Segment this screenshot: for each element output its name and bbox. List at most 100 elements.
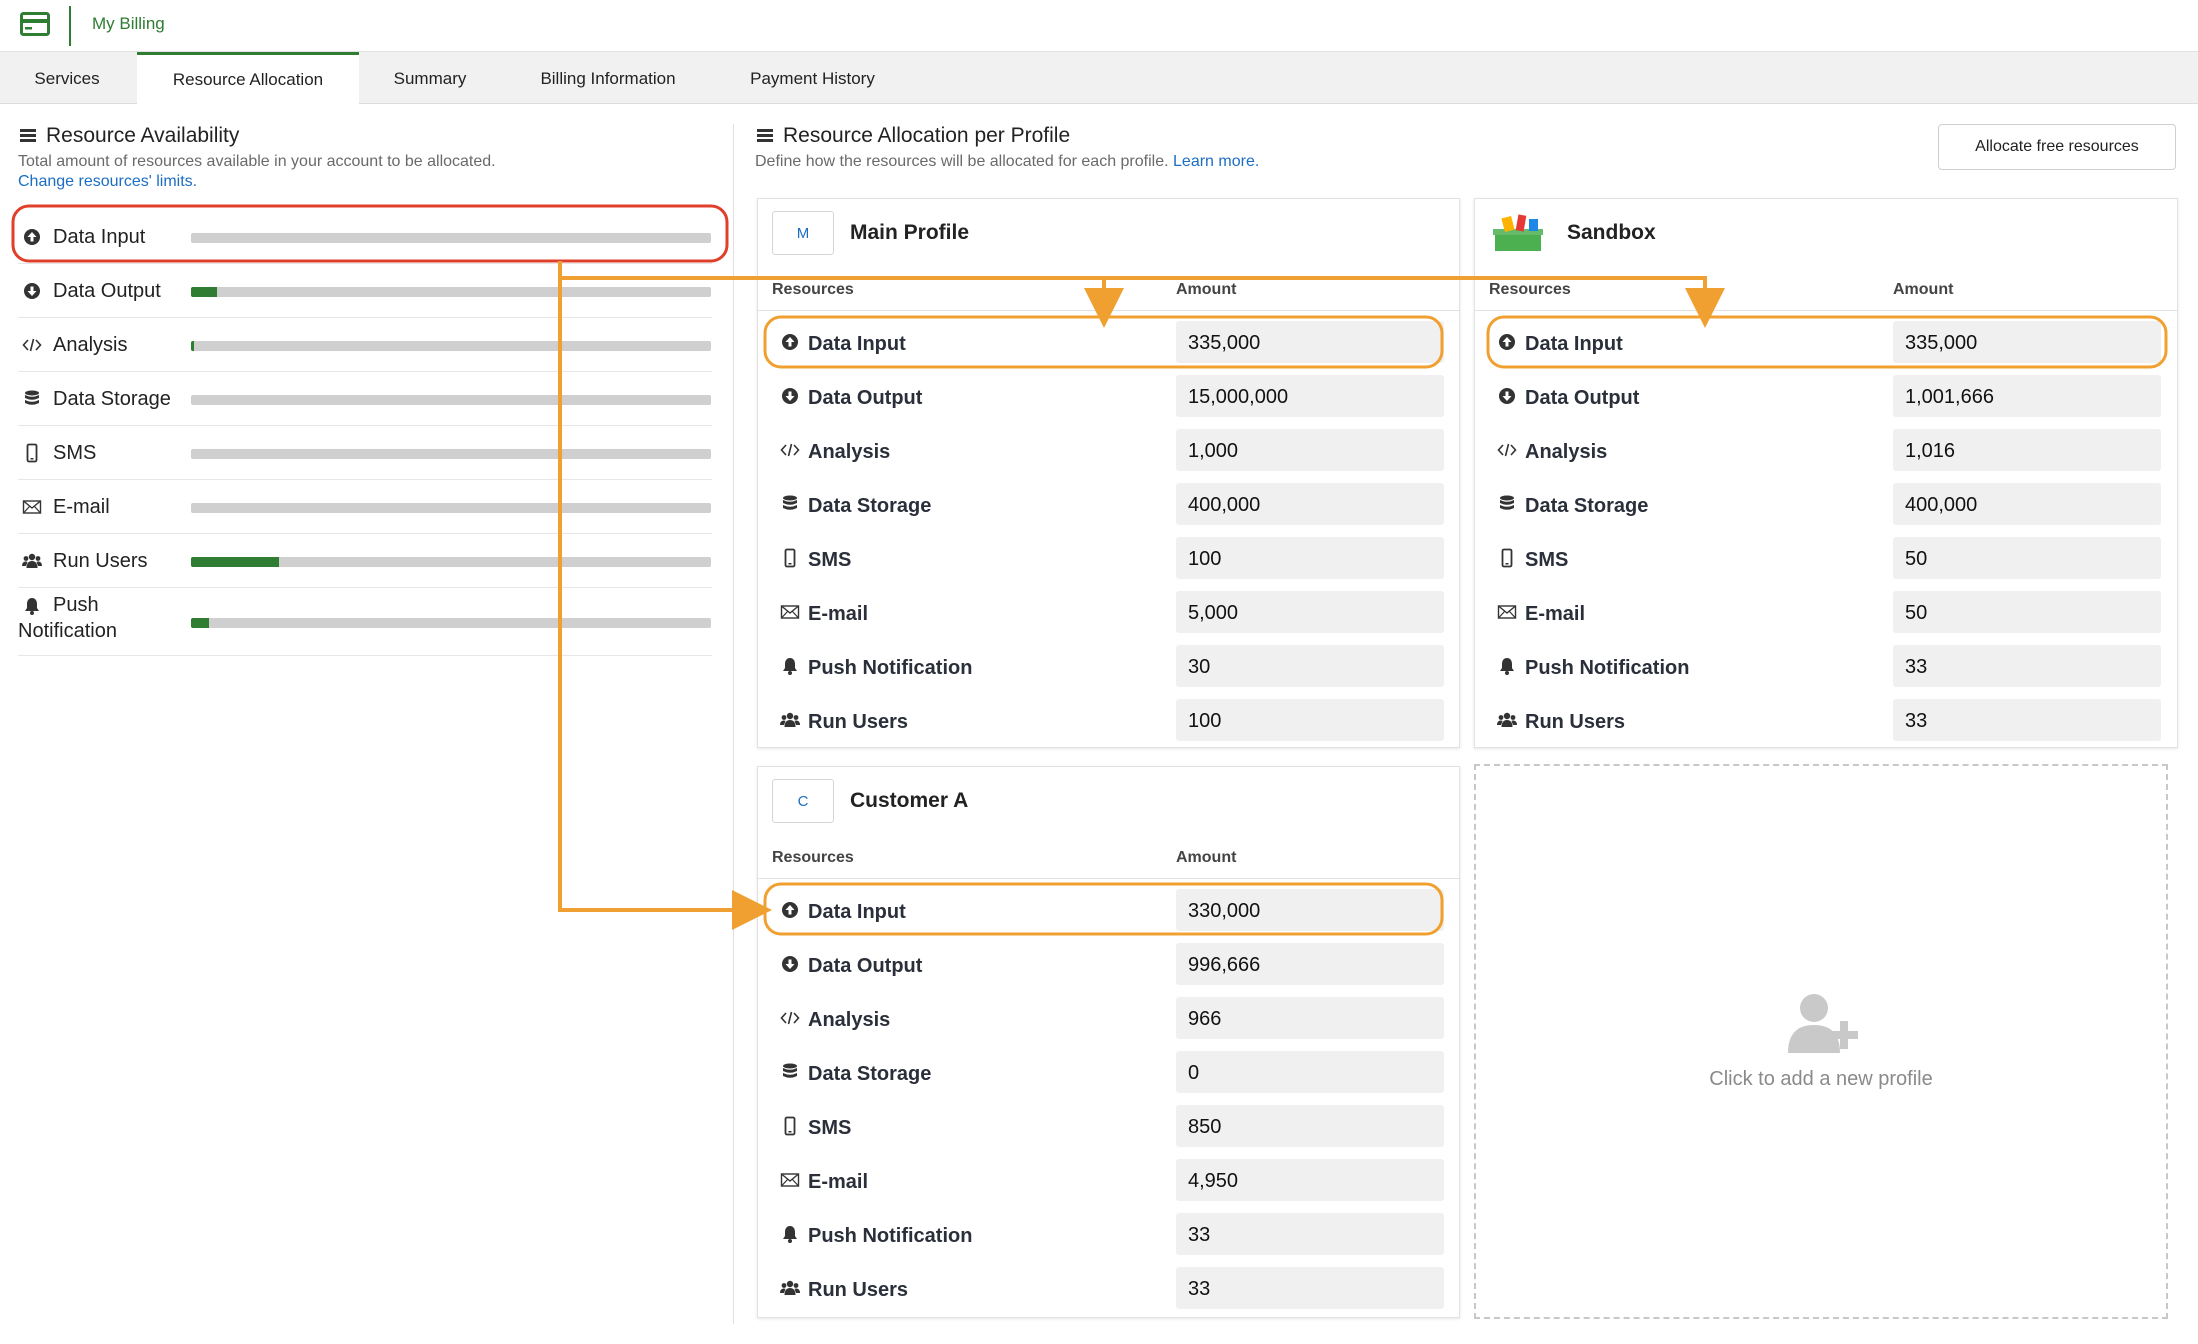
tab-services[interactable]: Services	[0, 52, 134, 104]
profile-name: Main Profile	[850, 221, 970, 244]
download-circle-icon	[1497, 386, 1517, 406]
column-header-amount: Amount	[1893, 281, 1954, 298]
resource-amount-input[interactable]: 4,950	[1176, 1159, 1444, 1201]
resource-row: E-mail 4,950	[758, 1155, 1459, 1209]
availability-bar	[191, 233, 711, 243]
code-icon	[1497, 440, 1517, 460]
code-icon	[780, 440, 800, 460]
resource-label: Push Notification	[1525, 657, 1690, 679]
resource-amount-input[interactable]: 33	[1176, 1213, 1444, 1255]
resource-amount-input[interactable]: 33	[1893, 645, 2161, 687]
availability-bar	[191, 503, 711, 513]
resource-amount-input[interactable]: 100	[1176, 699, 1444, 741]
column-header-resources: Resources	[1489, 281, 1571, 298]
resource-row: Data Storage 0	[758, 1047, 1459, 1101]
resource-amount-input[interactable]: 30	[1176, 645, 1444, 687]
availability-label: SMS	[53, 442, 97, 464]
learn-more-link[interactable]: Learn more.	[1173, 153, 1259, 170]
resource-row: Analysis 1,000	[758, 425, 1459, 479]
users-icon	[780, 710, 800, 730]
top-bar: My Billing	[0, 0, 2198, 52]
resource-amount-input[interactable]: 850	[1176, 1105, 1444, 1147]
resource-label: Run Users	[808, 1279, 909, 1301]
resource-label: Data Storage	[808, 1063, 932, 1085]
resource-amount-input[interactable]: 50	[1893, 591, 2161, 633]
column-header-resources: Resources	[772, 281, 854, 298]
availability-row: Run Users	[18, 534, 712, 588]
change-limits-link[interactable]: Change resources' limits.	[18, 173, 197, 191]
availability-label: Run Users	[53, 550, 148, 572]
resource-row: E-mail 5,000	[758, 587, 1459, 641]
resource-label: Data Output	[808, 955, 923, 977]
availability-row: E-mail	[18, 480, 712, 534]
resource-row: Data Input 335,000	[758, 317, 1459, 371]
list-icon	[757, 129, 773, 143]
availability-label: Push Notification	[18, 594, 117, 642]
resource-row: Data Input 330,000	[758, 885, 1459, 939]
allocation-description: Define how the resources will be allocat…	[755, 153, 1259, 171]
availability-row: Data Storage	[18, 372, 712, 426]
resource-amount-input[interactable]: 33	[1176, 1267, 1444, 1309]
tab-resource-allocation[interactable]: Resource Allocation	[137, 52, 359, 105]
availability-bar	[191, 395, 711, 405]
bell-icon	[1497, 656, 1517, 676]
resource-row: Data Storage 400,000	[758, 479, 1459, 533]
resource-label: Analysis	[808, 441, 891, 463]
availability-bar	[191, 557, 711, 567]
resource-amount-input[interactable]: 966	[1176, 997, 1444, 1039]
panel-divider	[733, 124, 734, 1324]
resource-label: Data Input	[808, 333, 906, 355]
database-icon	[780, 1062, 800, 1082]
profile-card-sandbox: Sandbox Resources Amount Data Input 335,000 D…	[1474, 198, 2178, 748]
tab-billing-information[interactable]: Billing Information	[510, 52, 706, 104]
envelope-icon	[780, 602, 800, 622]
resource-amount-input[interactable]: 1,000	[1176, 429, 1444, 471]
users-icon	[780, 1278, 800, 1298]
resource-label: E-mail	[808, 1171, 869, 1193]
availability-label: Analysis	[53, 334, 128, 356]
availability-bar-fill	[191, 557, 280, 567]
resource-row: Run Users 100	[758, 695, 1459, 749]
tab-summary[interactable]: Summary	[360, 52, 500, 104]
resource-amount-input[interactable]: 33	[1893, 699, 2161, 741]
upload-circle-icon	[780, 332, 800, 352]
resource-label: Data Storage	[808, 495, 932, 517]
resource-amount-input[interactable]: 330,000	[1176, 889, 1444, 931]
mobile-icon	[22, 443, 42, 463]
tab-payment-history[interactable]: Payment History	[720, 52, 905, 104]
users-icon	[1497, 710, 1517, 730]
availability-bar-fill	[191, 618, 210, 628]
resource-row: Data Output 15,000,000	[758, 371, 1459, 425]
resource-amount-input[interactable]: 996,666	[1176, 943, 1444, 985]
resource-amount-input[interactable]: 50	[1893, 537, 2161, 579]
resource-row: Run Users 33	[1475, 695, 2177, 749]
resource-row: Push Notification 33	[758, 1209, 1459, 1263]
resource-amount-input[interactable]: 15,000,000	[1176, 375, 1444, 417]
resource-amount-input[interactable]: 335,000	[1176, 321, 1444, 363]
resource-amount-input[interactable]: 400,000	[1893, 483, 2161, 525]
mobile-icon	[780, 548, 800, 568]
tab-bar: Services Resource Allocation Summary Bil…	[0, 52, 2198, 105]
resource-row: Data Storage 400,000	[1475, 479, 2177, 533]
allocate-free-resources-button[interactable]: Allocate free resources	[1938, 124, 2176, 170]
resource-label: Data Input	[1525, 333, 1623, 355]
header-divider	[758, 878, 1459, 879]
resource-amount-input[interactable]: 0	[1176, 1051, 1444, 1093]
resource-amount-input[interactable]: 5,000	[1176, 591, 1444, 633]
availability-row: Data Output	[18, 264, 712, 318]
header-divider	[758, 310, 1459, 311]
resource-row: E-mail 50	[1475, 587, 2177, 641]
add-profile-card[interactable]: Click to add a new profile	[1474, 764, 2168, 1319]
resource-row: Data Input 335,000	[1475, 317, 2177, 371]
resource-amount-input[interactable]: 335,000	[1893, 321, 2161, 363]
resource-amount-input[interactable]: 400,000	[1176, 483, 1444, 525]
code-icon	[780, 1008, 800, 1028]
resource-row: Push Notification 30	[758, 641, 1459, 695]
profile-name: Customer A	[850, 789, 969, 812]
resource-amount-input[interactable]: 1,001,666	[1893, 375, 2161, 417]
envelope-icon	[1497, 602, 1517, 622]
resource-row: Data Output 996,666	[758, 939, 1459, 993]
resource-amount-input[interactable]: 100	[1176, 537, 1444, 579]
resource-row: Analysis 1,016	[1475, 425, 2177, 479]
resource-amount-input[interactable]: 1,016	[1893, 429, 2161, 471]
